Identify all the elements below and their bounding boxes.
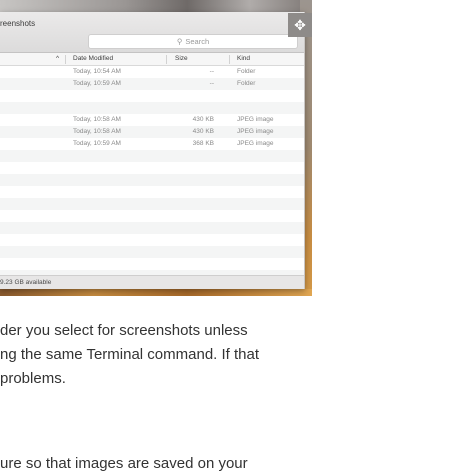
column-header-size[interactable]: Size: [175, 55, 188, 62]
cell-date-modified: Today, 10:58 AM: [73, 128, 121, 135]
table-row[interactable]: [0, 210, 304, 222]
cell-size: --: [209, 68, 214, 75]
cell-size: 368 KB: [192, 140, 214, 147]
table-row[interactable]: Today, 10:54 AM -- Folder: [0, 66, 304, 78]
cell-kind: JPEG image: [237, 140, 274, 147]
table-row[interactable]: Today, 10:58 AM 430 KB JPEG image: [0, 126, 304, 138]
status-text: 9.23 GB available: [0, 279, 52, 286]
finder-screenshot: reenshots ⚲ Search ^ Date Modified Size K…: [0, 0, 312, 296]
column-header-kind[interactable]: Kind: [237, 55, 250, 62]
cell-kind: JPEG image: [237, 116, 274, 123]
table-row[interactable]: [0, 102, 304, 114]
article-text-line: ng the same Terminal command. If that: [0, 346, 260, 363]
table-row[interactable]: [0, 234, 304, 246]
cell-date-modified: Today, 10:54 AM: [73, 68, 121, 75]
search-placeholder: Search: [185, 37, 210, 46]
article-text-line: der you select for screenshots unless: [0, 322, 248, 339]
table-row[interactable]: [0, 198, 304, 210]
column-divider: [229, 55, 230, 64]
table-row[interactable]: Today, 10:58 AM 430 KB JPEG image: [0, 114, 304, 126]
cell-kind: Folder: [237, 80, 256, 87]
column-header-date-modified[interactable]: Date Modified: [73, 55, 113, 62]
table-row[interactable]: [0, 186, 304, 198]
search-input[interactable]: ⚲ Search: [88, 34, 298, 49]
table-row[interactable]: [0, 90, 304, 102]
sort-arrow-icon[interactable]: ^: [56, 55, 59, 62]
window-title: reenshots: [0, 19, 36, 28]
cell-size: --: [209, 80, 214, 87]
search-icon: ⚲: [176, 37, 183, 46]
table-row[interactable]: Today, 10:59 AM 368 KB JPEG image: [0, 138, 304, 150]
table-row[interactable]: [0, 162, 304, 174]
table-row[interactable]: [0, 150, 304, 162]
wallpaper-bottom: [0, 289, 312, 296]
table-row[interactable]: [0, 246, 304, 258]
cell-date-modified: Today, 10:58 AM: [73, 116, 121, 123]
cell-kind: Folder: [237, 68, 256, 75]
move-arrows-icon[interactable]: ✥: [288, 13, 312, 37]
table-row[interactable]: Today, 10:59 AM -- Folder: [0, 78, 304, 90]
window-titlebar: reenshots ⚲ Search: [0, 12, 304, 53]
finder-window: reenshots ⚲ Search ^ Date Modified Size K…: [0, 12, 305, 289]
article-text-line: problems.: [0, 370, 66, 387]
status-bar: 9.23 GB available: [0, 275, 304, 289]
cell-date-modified: Today, 10:59 AM: [73, 80, 121, 87]
cell-size: 430 KB: [192, 116, 214, 123]
cell-size: 430 KB: [192, 128, 214, 135]
desktop-wallpaper: [0, 0, 312, 12]
article-text-line: ure so that images are saved on your: [0, 455, 248, 472]
table-row[interactable]: [0, 258, 304, 270]
column-divider: [166, 55, 167, 64]
cell-kind: JPEG image: [237, 128, 274, 135]
column-header-row: ^ Date Modified Size Kind: [0, 53, 304, 66]
table-row[interactable]: [0, 174, 304, 186]
file-list: Today, 10:54 AM -- Folder Today, 10:59 AM --…: [0, 66, 304, 282]
column-divider: [65, 55, 66, 64]
table-row[interactable]: [0, 222, 304, 234]
cell-date-modified: Today, 10:59 AM: [73, 140, 121, 147]
